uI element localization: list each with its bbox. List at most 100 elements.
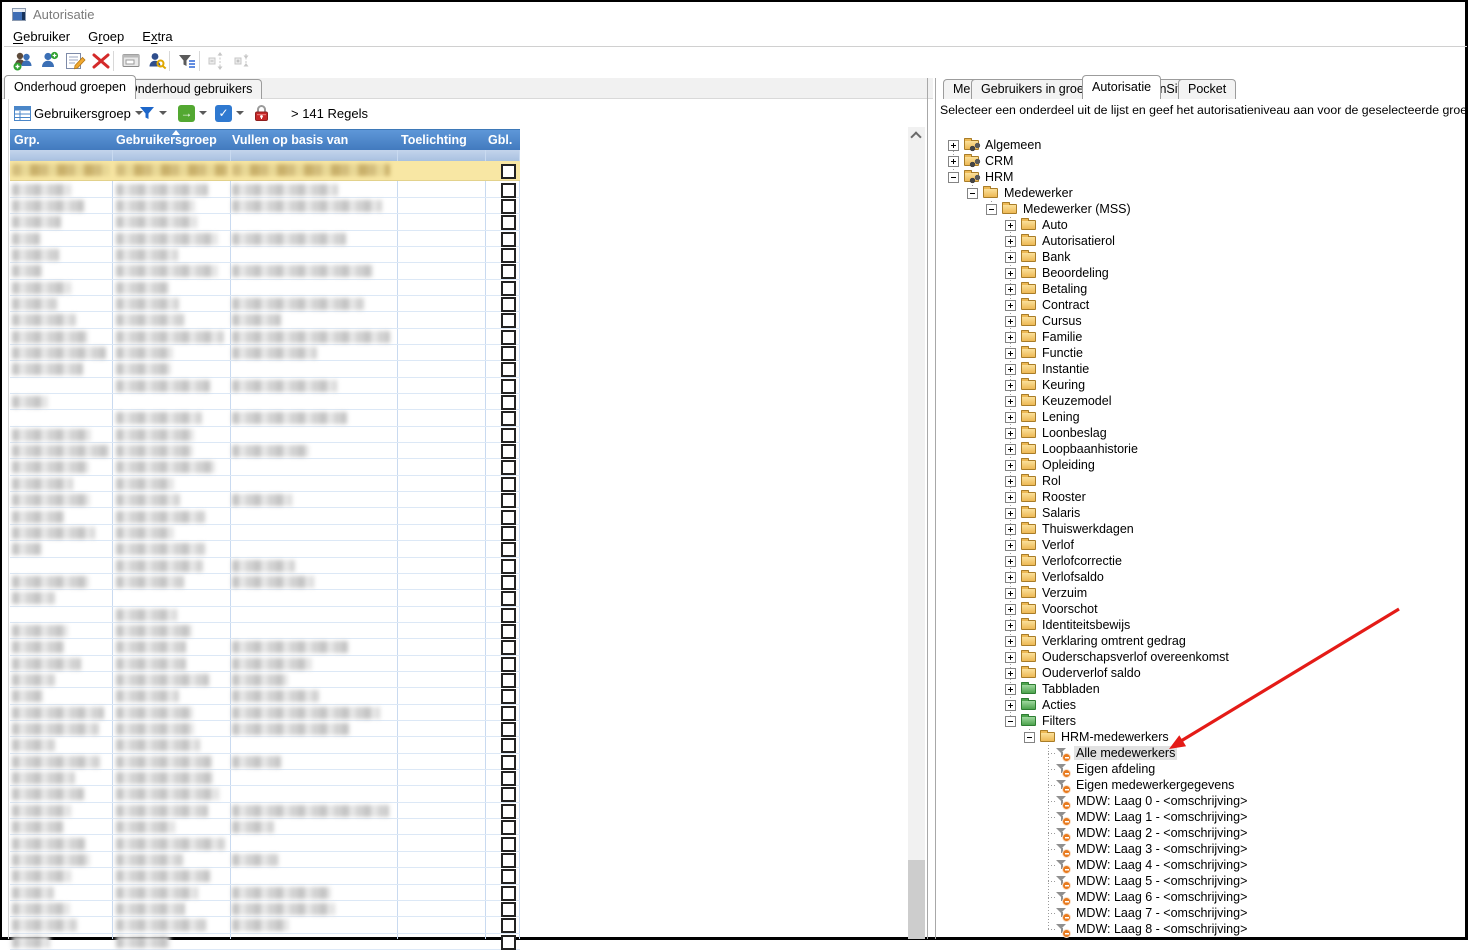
gbl-checkbox[interactable] <box>501 918 516 933</box>
grid-filter-button[interactable] <box>139 103 167 123</box>
tree-node-verlofcorrectie[interactable]: Verlofcorrectie <box>940 553 1467 569</box>
expand-icon[interactable] <box>948 140 959 151</box>
tree-node-acties[interactable]: Acties <box>940 697 1467 713</box>
tree-node-label[interactable]: Familie <box>1040 330 1084 344</box>
tree-node-mdw-laag-4-omschrijving[interactable]: MDW: Laag 4 - <omschrijving> <box>940 857 1467 873</box>
table-row[interactable] <box>10 263 520 279</box>
tree-node-label[interactable]: Betaling <box>1040 282 1089 296</box>
expand-icon[interactable] <box>1005 332 1016 343</box>
expand-icon[interactable] <box>1005 428 1016 439</box>
table-row[interactable] <box>10 868 520 884</box>
tab-onderhoud-gebruikers[interactable]: Onderhoud gebruikers <box>118 79 262 99</box>
collapse-icon[interactable] <box>967 188 978 199</box>
tree-node-mdw-laag-5-omschrijving[interactable]: MDW: Laag 5 - <omschrijving> <box>940 873 1467 889</box>
grid-filter-row[interactable] <box>10 150 520 161</box>
expand-icon[interactable] <box>1005 556 1016 567</box>
tree-node-algemeen[interactable]: Algemeen <box>940 137 1467 153</box>
table-row[interactable] <box>10 378 520 394</box>
tree-node-label[interactable]: Algemeen <box>983 138 1043 152</box>
gbl-checkbox[interactable] <box>501 575 516 590</box>
table-row[interactable] <box>10 329 520 345</box>
table-row[interactable] <box>10 214 520 230</box>
tree-node-mdw-laag-8-omschrijving[interactable]: MDW: Laag 8 - <omschrijving> <box>940 921 1467 937</box>
expand-icon[interactable] <box>1005 236 1016 247</box>
gbl-checkbox[interactable] <box>501 346 516 361</box>
tree-node-label[interactable]: CRM <box>983 154 1015 168</box>
tree-node-label[interactable]: Keuring <box>1040 378 1087 392</box>
gbl-checkbox[interactable] <box>501 215 516 230</box>
gbl-checkbox[interactable] <box>501 297 516 312</box>
tree-node-label[interactable]: MDW: Laag 4 - <omschrijving> <box>1074 858 1249 872</box>
gbl-checkbox[interactable] <box>501 183 516 198</box>
expand-icon[interactable] <box>1005 572 1016 583</box>
tree-node-loopbaanhistorie[interactable]: Loopbaanhistorie <box>940 441 1467 457</box>
tree-node-rooster[interactable]: Rooster <box>940 489 1467 505</box>
table-row[interactable] <box>10 459 520 475</box>
tree-node-betaling[interactable]: Betaling <box>940 281 1467 297</box>
expand-icon[interactable] <box>1005 476 1016 487</box>
gbl-checkbox[interactable] <box>501 395 516 410</box>
gbl-checkbox[interactable] <box>501 477 516 492</box>
expand-icon[interactable] <box>1005 220 1016 231</box>
tree-node-medewerker[interactable]: Medewerker <box>940 185 1467 201</box>
table-row[interactable] <box>10 688 520 704</box>
table-row[interactable] <box>10 770 520 786</box>
expand-icon[interactable] <box>948 156 959 167</box>
gbl-checkbox[interactable] <box>501 869 516 884</box>
table-row[interactable] <box>10 541 520 557</box>
tree-node-label[interactable]: Acties <box>1040 698 1078 712</box>
tree-node-label[interactable]: Medewerker (MSS) <box>1021 202 1133 216</box>
gbl-checkbox[interactable] <box>501 804 516 819</box>
tree-node-label[interactable]: MDW: Laag 1 - <omschrijving> <box>1074 810 1249 824</box>
expand-icon[interactable] <box>1005 380 1016 391</box>
tree-node-mdw-laag-2-omschrijving[interactable]: MDW: Laag 2 - <omschrijving> <box>940 825 1467 841</box>
expand-icon[interactable] <box>1005 444 1016 455</box>
gbl-checkbox[interactable] <box>501 771 516 786</box>
tree-node-mdw-laag-6-omschrijving[interactable]: MDW: Laag 6 - <omschrijving> <box>940 889 1467 905</box>
table-row[interactable] <box>10 247 520 263</box>
table-row[interactable] <box>10 410 520 426</box>
gbl-checkbox[interactable] <box>501 460 516 475</box>
tree-node-label[interactable]: HRM <box>983 170 1015 184</box>
tree-node-opleiding[interactable]: Opleiding <box>940 457 1467 473</box>
tree-node-verlofsaldo[interactable]: Verlofsaldo <box>940 569 1467 585</box>
tree-node-crm[interactable]: CRM <box>940 153 1467 169</box>
gbl-checkbox[interactable] <box>501 164 516 179</box>
table-row[interactable] <box>10 509 520 525</box>
table-row[interactable] <box>10 443 520 459</box>
panel-splitter[interactable] <box>927 78 928 939</box>
tree-node-verlof[interactable]: Verlof <box>940 537 1467 553</box>
gbl-checkbox[interactable] <box>501 591 516 606</box>
add-group-button[interactable] <box>12 50 34 72</box>
column-header-toelichting[interactable]: Toelichting <box>401 133 467 147</box>
tree-node-ouderverlof-saldo[interactable]: Ouderverlof saldo <box>940 665 1467 681</box>
table-row[interactable] <box>10 803 520 819</box>
table-row[interactable] <box>10 852 520 868</box>
menu-groep[interactable]: Groep <box>79 27 133 46</box>
gbl-checkbox[interactable] <box>501 624 516 639</box>
tree-node-alle-medewerkers[interactable]: Alle medewerkers <box>940 745 1467 761</box>
table-row[interactable] <box>10 492 520 508</box>
table-row[interactable] <box>10 525 520 541</box>
tree-node-familie[interactable]: Familie <box>940 329 1467 345</box>
tree-node-label[interactable]: MDW: Laag 2 - <omschrijving> <box>1074 826 1249 840</box>
table-row[interactable] <box>10 296 520 312</box>
tree-node-label[interactable]: Alle medewerkers <box>1074 746 1177 760</box>
gbl-checkbox[interactable] <box>501 673 516 688</box>
tree-node-mdw-laag-7-omschrijving[interactable]: MDW: Laag 7 - <omschrijving> <box>940 905 1467 921</box>
expand-icon[interactable] <box>1005 460 1016 471</box>
table-row-selected[interactable] <box>10 161 520 181</box>
delete-button[interactable] <box>90 50 112 72</box>
tree-node-hrm[interactable]: HRM <box>940 169 1467 185</box>
gbl-checkbox[interactable] <box>501 379 516 394</box>
gbl-checkbox[interactable] <box>501 640 516 655</box>
tree-node-label[interactable]: Eigen afdeling <box>1074 762 1157 776</box>
table-row[interactable] <box>10 574 520 590</box>
scrollbar-thumb[interactable] <box>908 860 925 939</box>
expand-icon[interactable] <box>1005 252 1016 263</box>
tree-node-verzuim[interactable]: Verzuim <box>940 585 1467 601</box>
tree-node-label[interactable]: MDW: Laag 8 - <omschrijving> <box>1074 922 1249 936</box>
tree-node-label[interactable]: Ouderschapsverlof overeenkomst <box>1040 650 1231 664</box>
tree-node-thuiswerkdagen[interactable]: Thuiswerkdagen <box>940 521 1467 537</box>
tree-node-label[interactable]: Beoordeling <box>1040 266 1111 280</box>
